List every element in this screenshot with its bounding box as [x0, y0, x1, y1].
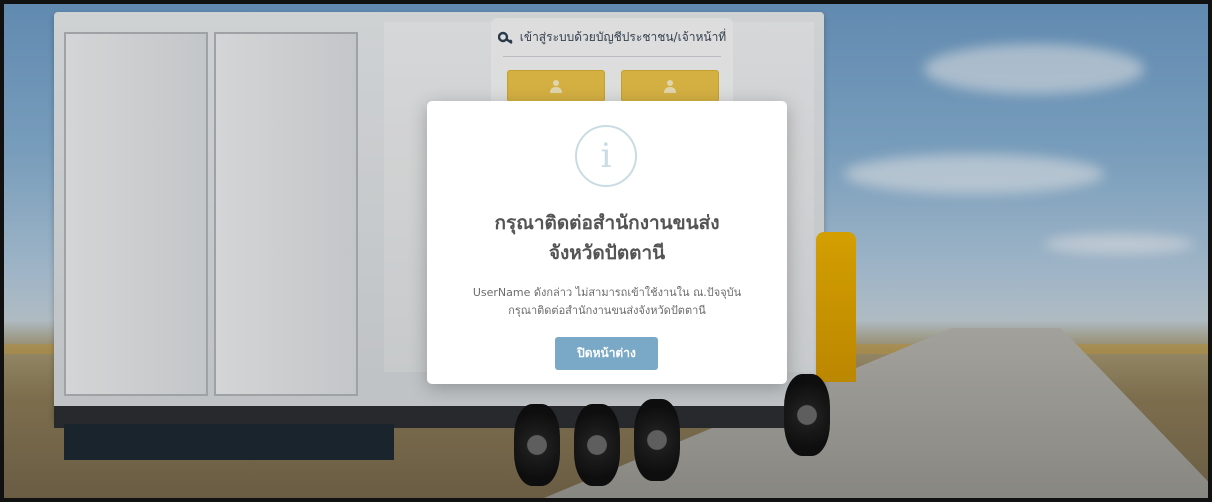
dialog-title: กรุณาติดต่อสำนักงานขนส่ง จังหวัดปัตตานี: [494, 212, 720, 264]
screen: เข้าสู่ระบบด้วยบัญชีประชาชน/เจ้าหน้าที่: [0, 0, 1212, 502]
alert-dialog: i กรุณาติดต่อสำนักงานขนส่ง จังหวัดปัตตาน…: [427, 101, 787, 384]
info-icon: i: [575, 125, 637, 187]
close-window-button[interactable]: ปิดหน้าต่าง: [555, 337, 658, 370]
dialog-message: UserName ดังกล่าว ไม่สามารถเข้าใช้งานใน …: [472, 286, 742, 317]
